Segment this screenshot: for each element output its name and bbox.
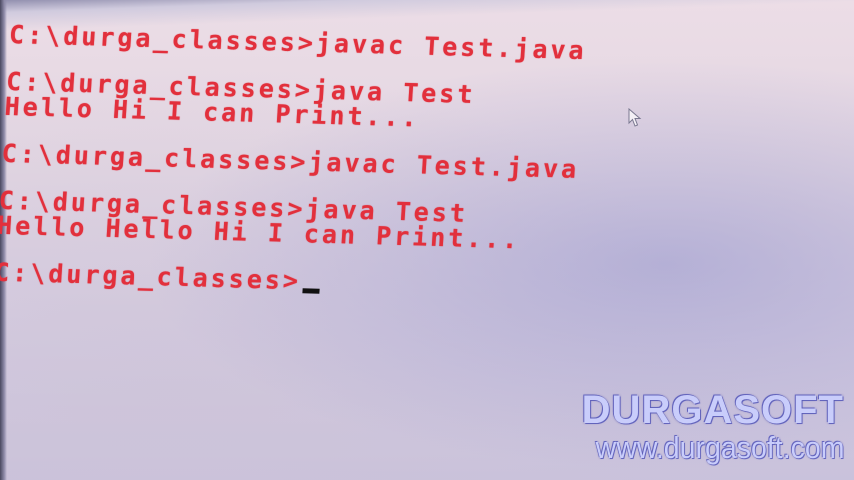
watermark: DURGASOFT www.durgasoft.com xyxy=(574,388,844,466)
console-output[interactable]: C:\durga_classes>javac Test.java C:\durg… xyxy=(0,20,730,305)
text-cursor xyxy=(302,288,320,294)
watermark-url: www.durgasoft.com xyxy=(595,430,844,465)
mouse-pointer-icon xyxy=(628,108,642,127)
screen: C:\durga_classes>javac Test.java C:\durg… xyxy=(0,0,854,480)
watermark-brand-name: DURGASOFT xyxy=(581,388,844,432)
